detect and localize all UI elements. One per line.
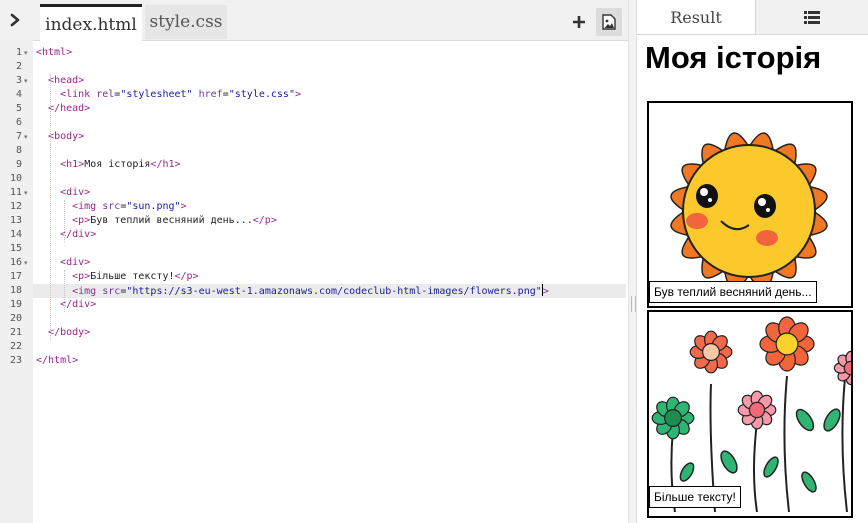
- flower-head: [651, 396, 695, 440]
- indent-guide: [50, 74, 51, 144]
- flower-head: [689, 330, 733, 374]
- image-file-icon: [602, 14, 616, 30]
- story-card-flowers: Більше тексту!: [647, 310, 853, 518]
- line-number: 13: [9, 215, 22, 226]
- code-line[interactable]: <h1>Моя історія</h1>: [36, 158, 180, 172]
- flower-head: [833, 350, 851, 386]
- line-number: 11: [9, 187, 22, 198]
- line-number: 7: [15, 131, 22, 142]
- flowers-caption: Більше тексту!: [649, 486, 741, 508]
- code-line[interactable]: <img src="sun.png">: [36, 200, 186, 214]
- code-area[interactable]: <html> <head> <link rel="stylesheet" hre…: [33, 40, 628, 523]
- code-line[interactable]: <link rel="stylesheet" href="style.css">: [36, 88, 301, 102]
- tab-index-html[interactable]: index.html: [40, 4, 142, 43]
- line-number: 3: [15, 75, 22, 86]
- sun-caption: Був теплий весняний день...: [649, 281, 817, 303]
- pane-splitter[interactable]: [628, 0, 637, 523]
- fold-arrow-icon[interactable]: ▾: [24, 256, 32, 270]
- fold-arrow-icon[interactable]: ▾: [24, 130, 32, 144]
- line-number: 12: [9, 201, 22, 212]
- story-card-sun: Був теплий весняний день...: [647, 101, 853, 308]
- add-file-button[interactable]: [566, 8, 592, 36]
- line-number: 21: [9, 327, 22, 338]
- tab-style-css[interactable]: style.css: [145, 5, 227, 39]
- list-icon: [804, 10, 820, 24]
- line-number: 6: [15, 117, 22, 128]
- flower-head: [759, 316, 815, 372]
- line-number: 19: [9, 299, 22, 310]
- code-line[interactable]: <p>Більше тексту!</p>: [36, 270, 198, 284]
- chevron-right-icon: [10, 13, 20, 27]
- line-number-gutter: 1 ▾ 2 3 ▾ 4 5 6 7 ▾ 8 9 10 11 ▾ 12 13 14 15 16 ▾ 17 18 19 20 21 22…: [0, 40, 33, 523]
- line-number: 8: [15, 145, 22, 156]
- code-line[interactable]: </html>: [36, 354, 78, 368]
- code-line[interactable]: </div>: [36, 298, 96, 312]
- line-number: 10: [9, 173, 22, 184]
- indent-guide: [64, 270, 65, 312]
- add-image-button[interactable]: [596, 8, 622, 36]
- editor-tab-bar: index.html style.css: [0, 0, 628, 43]
- line-number: 4: [15, 89, 22, 100]
- code-line[interactable]: <head>: [36, 74, 84, 88]
- line-number: 22: [9, 341, 22, 352]
- result-tab-bar: Result: [637, 0, 868, 35]
- code-line[interactable]: </head>: [36, 102, 90, 116]
- tab-project-list[interactable]: [756, 0, 868, 34]
- indent-guide: [64, 200, 65, 242]
- splitter-grip[interactable]: [631, 296, 636, 312]
- code-line[interactable]: <img src="https://s3-eu-west-1.amazonaws…: [33, 284, 626, 298]
- tab-result[interactable]: Result: [637, 0, 756, 34]
- plus-icon: [573, 16, 585, 28]
- line-number: 5: [15, 103, 22, 114]
- line-number: 14: [9, 229, 22, 240]
- result-pane: Result Моя історія Був теплий весняний д…: [637, 0, 868, 523]
- code-line[interactable]: <html>: [36, 46, 72, 60]
- line-number: 23: [9, 355, 22, 366]
- code-line[interactable]: <body>: [36, 130, 84, 144]
- line-number: 17: [9, 271, 22, 282]
- fold-arrow-icon[interactable]: ▾: [24, 186, 32, 200]
- line-number: 9: [15, 159, 22, 170]
- indent-guide: [50, 144, 51, 340]
- line-number: 15: [9, 243, 22, 254]
- code-line[interactable]: </body>: [36, 326, 90, 340]
- collapse-sidebar-button[interactable]: [0, 0, 30, 40]
- code-line[interactable]: <div>: [36, 256, 90, 270]
- line-number: 16: [9, 257, 22, 268]
- sun-image: [670, 132, 828, 290]
- code-line[interactable]: <div>: [36, 186, 90, 200]
- fold-arrow-icon[interactable]: ▾: [24, 46, 32, 60]
- line-number: 1: [15, 47, 22, 58]
- flower-head: [737, 390, 777, 430]
- code-line[interactable]: </div>: [36, 228, 96, 242]
- fold-arrow-icon[interactable]: ▾: [24, 74, 32, 88]
- line-number: 2: [15, 61, 22, 72]
- code-line[interactable]: <p>Був теплий весняний день...</p>: [36, 214, 277, 228]
- line-number: 18: [9, 285, 22, 296]
- preview-heading: Моя історія: [645, 40, 822, 75]
- code-editor-pane: index.html style.css 1 ▾ 2 3 ▾ 4 5 6 7 ▾ 8 9 10 11 ▾ 12…: [0, 0, 628, 523]
- line-number: 20: [9, 313, 22, 324]
